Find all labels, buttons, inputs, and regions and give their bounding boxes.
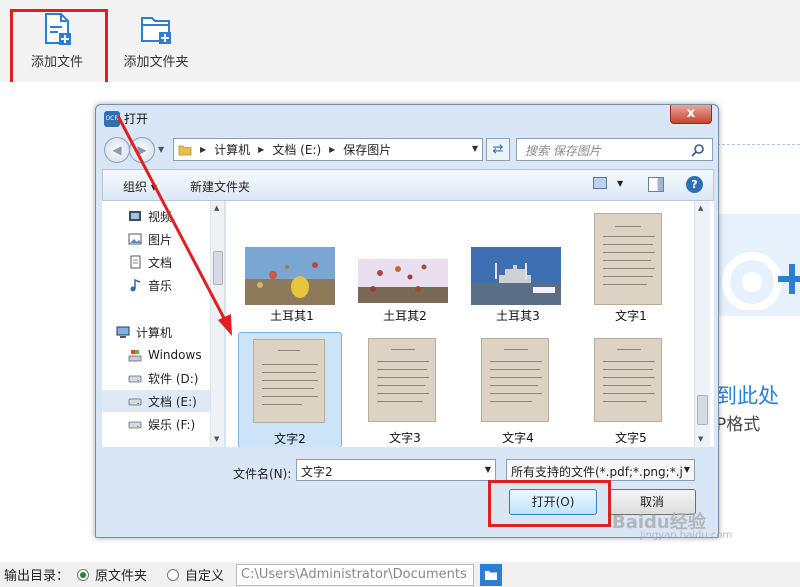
annotation-overlay xyxy=(116,115,232,336)
annotation-arrow-line xyxy=(116,115,228,323)
baidu-watermark-url: jingyan.baidu.com xyxy=(640,530,733,541)
annotation-arrow-head xyxy=(218,314,232,336)
